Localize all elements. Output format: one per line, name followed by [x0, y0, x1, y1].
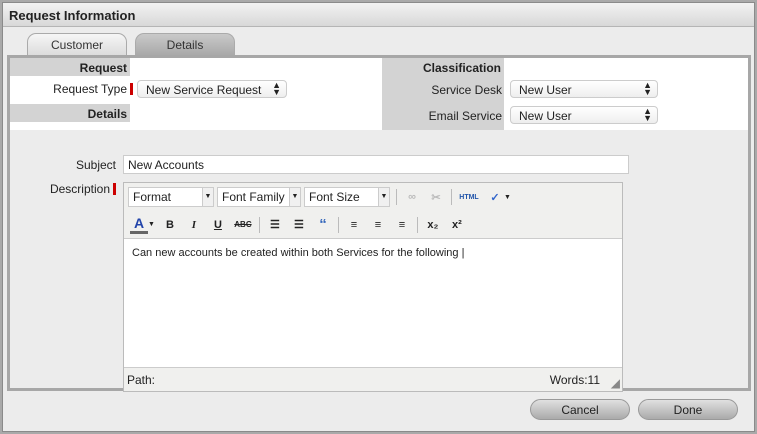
classification-header: Classification [382, 58, 504, 76]
font-size-dropdown[interactable]: Font Size ▼ [304, 187, 390, 207]
bold-icon[interactable]: B [161, 219, 179, 231]
text-color-icon[interactable]: A [130, 215, 148, 234]
editor-status-bar: Path: Words:11 ◢ [124, 369, 622, 391]
unlink-icon[interactable]: ✂ [427, 191, 445, 204]
window-title: Request Information [3, 3, 754, 27]
description-editor: Format ▼ Font Family ▼ Font Size ▼ ∞ ✂ HTML… [123, 182, 623, 392]
align-right-icon[interactable]: ≡ [393, 219, 411, 231]
email-service-select[interactable]: New User ▲ ▼ [510, 106, 658, 124]
request-form: Request Request Type New Service Request… [10, 58, 748, 130]
done-button[interactable]: Done [638, 399, 738, 420]
divider [416, 216, 418, 233]
divider [451, 189, 452, 205]
email-service-value: New User [519, 109, 572, 123]
format-dropdown[interactable]: Format ▼ [128, 187, 214, 207]
font-family-dropdown[interactable]: Font Family ▼ [217, 187, 301, 207]
italic-icon[interactable]: I [185, 219, 203, 231]
path-label: Path: [127, 373, 156, 387]
bullet-list-icon[interactable]: ☰ [266, 218, 284, 231]
strikethrough-icon[interactable]: ABC [233, 220, 253, 229]
format-label: Format [133, 190, 172, 204]
underline-icon[interactable]: U [209, 219, 227, 231]
tab-customer[interactable]: Customer [27, 33, 127, 55]
service-desk-select[interactable]: New User ▲ ▼ [510, 80, 658, 98]
divider [258, 216, 260, 233]
updown-arrow-icon: ▲ ▼ [643, 80, 652, 97]
chevron-down-icon: ▼ [202, 188, 213, 206]
required-marker [130, 83, 133, 95]
chevron-down-icon[interactable]: ▼ [504, 194, 511, 201]
request-type-value: New Service Request [146, 83, 262, 97]
subject-label: Subject [75, 158, 116, 172]
request-type-select[interactable]: New Service Request ▲ ▼ [137, 80, 287, 98]
updown-arrow-icon: ▲ ▼ [272, 80, 281, 97]
editor-toolbar-row2: A ▼ B I U ABC ☰ ☰ “ ≡ ≡ ≡ x₂ x² [130, 215, 466, 234]
resize-handle-icon[interactable]: ◢ [611, 376, 620, 390]
request-information-window: Request Information Customer Details Req… [2, 2, 755, 432]
numbered-list-icon[interactable]: ☰ [290, 218, 308, 231]
updown-arrow-icon: ▲ ▼ [643, 106, 652, 123]
html-source-button[interactable]: HTML [458, 194, 480, 201]
cancel-button[interactable]: Cancel [530, 399, 630, 420]
subject-input[interactable]: New Accounts [123, 155, 629, 174]
chevron-down-icon: ▼ [378, 188, 389, 206]
divider [337, 216, 339, 233]
editor-toolbar-row1: Format ▼ Font Family ▼ Font Size ▼ ∞ ✂ HTML… [128, 187, 511, 207]
align-left-icon[interactable]: ≡ [345, 219, 363, 231]
font-family-label: Font Family [222, 190, 285, 204]
service-desk-value: New User [519, 83, 572, 97]
chevron-down-icon: ▼ [289, 188, 300, 206]
chevron-down-icon[interactable]: ▼ [148, 221, 155, 228]
word-count: Words:11 [549, 373, 600, 387]
service-desk-label: Service Desk [431, 83, 502, 97]
subscript-icon[interactable]: x₂ [424, 219, 442, 231]
superscript-icon[interactable]: x² [448, 219, 466, 231]
font-size-label: Font Size [309, 190, 360, 204]
tab-details[interactable]: Details [135, 33, 235, 55]
email-service-label: Email Service [428, 109, 502, 123]
request-header: Request [10, 58, 130, 76]
request-type-label-text: Request Type [53, 82, 127, 96]
description-text: Can new accounts be created within both … [132, 247, 459, 259]
details-panel: Request Request Type New Service Request… [7, 55, 751, 392]
details-header: Details [10, 104, 130, 122]
align-center-icon[interactable]: ≡ [369, 219, 387, 231]
request-type-label: Request Type [10, 82, 133, 96]
divider [396, 189, 397, 205]
description-textarea[interactable]: Can new accounts be created within both … [124, 238, 622, 368]
required-marker [113, 183, 116, 195]
description-label-text: Description [49, 182, 110, 196]
spellcheck-icon[interactable]: ✓ [486, 191, 504, 204]
blockquote-icon[interactable]: “ [314, 216, 332, 233]
description-label: Description [10, 182, 116, 196]
link-icon[interactable]: ∞ [403, 191, 421, 203]
